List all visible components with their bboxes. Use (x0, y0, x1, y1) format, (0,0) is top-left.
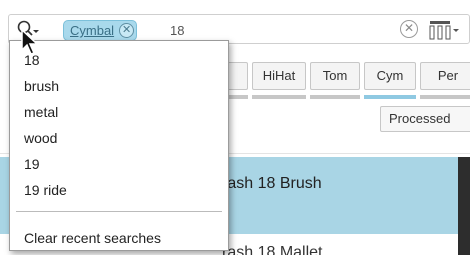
cursor-arrow-icon (21, 28, 39, 55)
clear-search-icon[interactable]: ✕ (400, 20, 418, 38)
recent-search-item[interactable]: 19 (24, 156, 40, 172)
recent-search-item[interactable]: metal (24, 104, 58, 120)
remove-token-icon[interactable]: ✕ (119, 23, 135, 38)
result-title: rash 18 Mallet (222, 244, 323, 255)
tab-tom[interactable]: Tom (310, 62, 360, 90)
tab-cym[interactable]: Cym (364, 62, 416, 90)
tab-indicator (310, 95, 360, 99)
recent-searches-dropdown: 18 brush metal wood 19 19 ride Clear rec… (9, 40, 229, 251)
clear-recent-searches-item[interactable]: Clear recent searches (24, 230, 161, 246)
recent-search-item[interactable]: 19 ride (24, 182, 67, 198)
tab-indicator (420, 95, 470, 99)
tab-indicator-active (364, 95, 416, 99)
search-input[interactable]: 18 (170, 23, 184, 38)
search-token-label: Cymbal (70, 23, 115, 38)
scrollbar[interactable] (458, 157, 470, 255)
search-token-chip[interactable]: Cymbal ✕ (63, 20, 138, 41)
columns-icon[interactable] (429, 20, 461, 40)
recent-search-item[interactable]: brush (24, 78, 59, 94)
tab-per[interactable]: Per (420, 62, 470, 90)
result-title: rash 18 Brush (222, 175, 322, 192)
tab-hihat[interactable]: HiHat (252, 62, 306, 90)
tab-indicator (252, 95, 306, 99)
processed-button[interactable]: Processed (380, 106, 470, 132)
menu-separator (16, 211, 222, 212)
recent-search-item[interactable]: wood (24, 130, 57, 146)
